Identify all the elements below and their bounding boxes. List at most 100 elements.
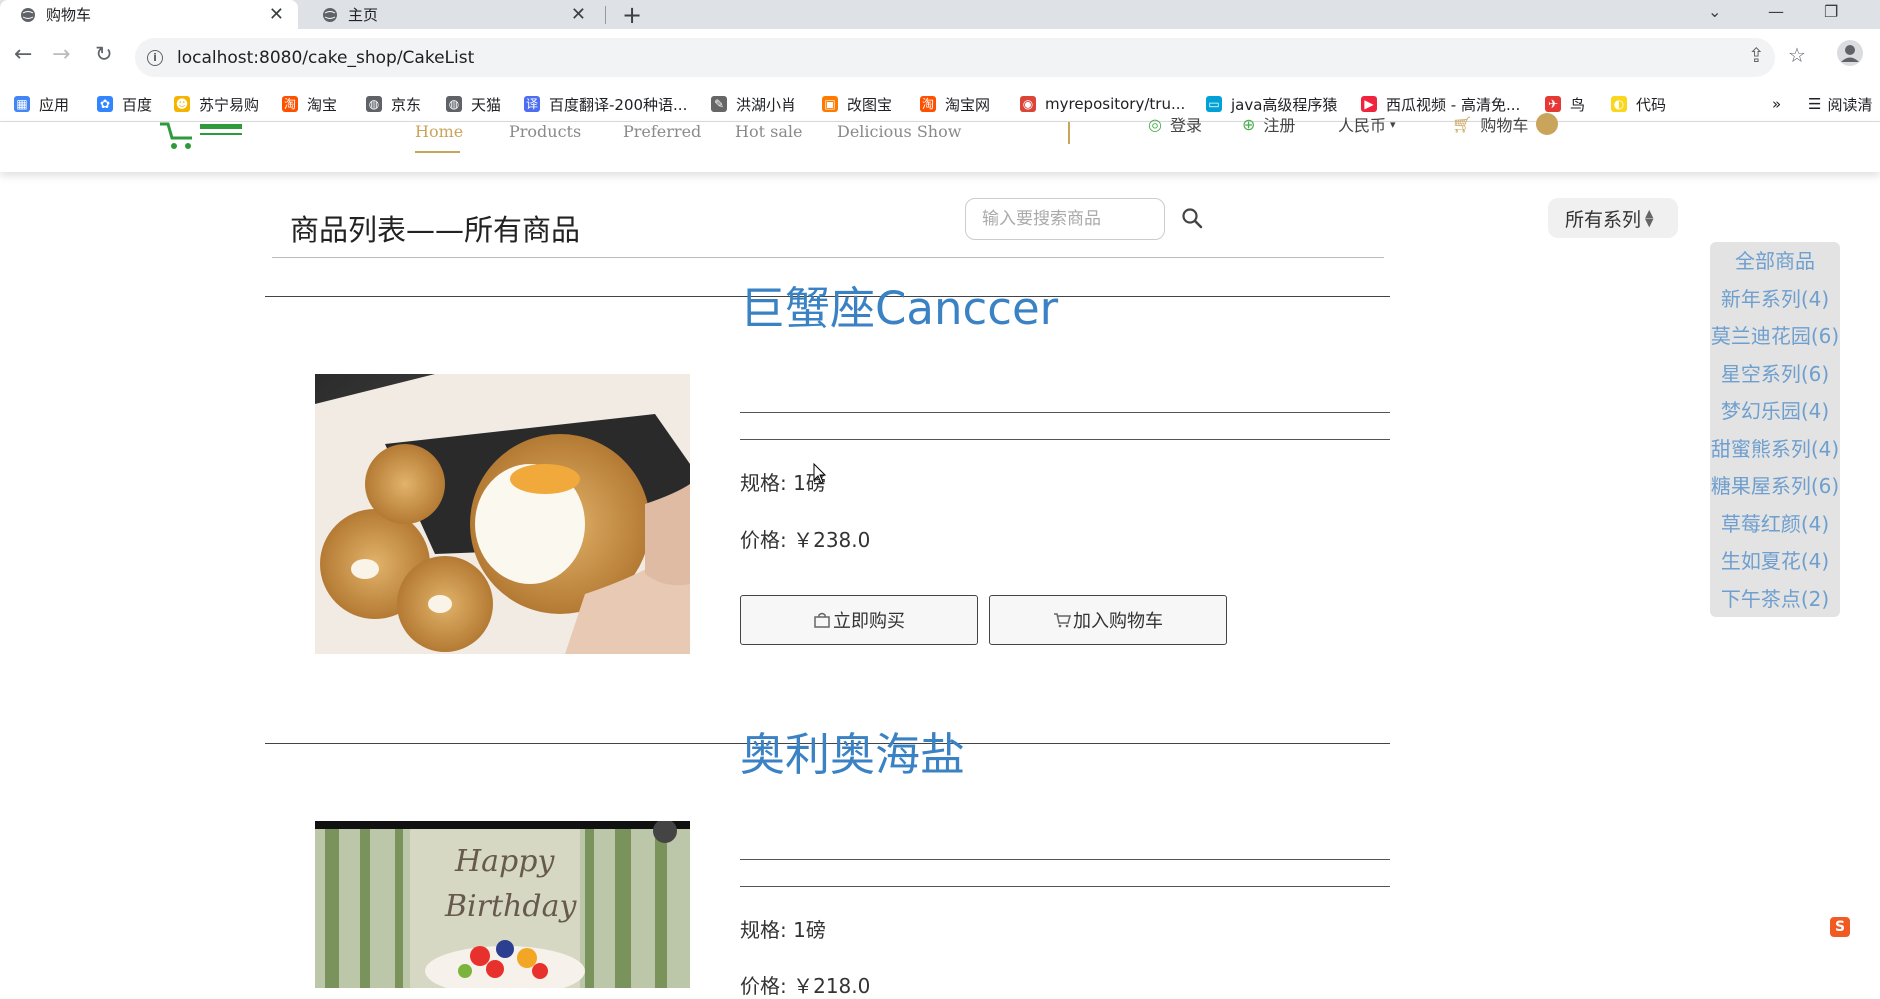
share-icon[interactable]: ⇪ [1748,43,1765,67]
tab-divider [605,6,606,24]
chrome-icon: ◉ [1020,96,1036,112]
apps-grid-icon: ▦ [14,96,30,112]
tab-close-icon[interactable]: ✕ [571,4,586,25]
cart-label: 购物车 [1480,116,1529,135]
buy-now-button[interactable]: 立即购买 [740,595,978,645]
bookmark-item[interactable]: 译百度翻译-200种语... [524,86,687,122]
svg-text:Birthday: Birthday [444,889,577,924]
address-bar[interactable]: i localhost:8080/cake_shop/CakeList [135,38,1775,77]
reload-icon[interactable]: ↻ [95,42,113,66]
globe-icon: ◍ [446,96,462,112]
series-dropdown-label: 所有系列 [1565,208,1642,231]
menu-item-home[interactable]: Home [415,122,463,152]
register-link[interactable]: ⊕ 注册 [1242,112,1295,136]
menu-item-delicious-show[interactable]: Delicious Show [837,122,961,152]
buy-now-label: 立即购买 [833,611,905,632]
product-image-birthday-cake[interactable]: Happy Birthday [315,821,690,988]
code-icon: ◐ [1611,96,1627,112]
back-arrow-icon[interactable]: ← [14,42,32,67]
currency-dropdown[interactable]: 人民币 ▾ [1338,112,1396,136]
new-tab-plus-icon[interactable]: + [622,1,642,29]
product-price: 价格: ￥218.0 [740,970,870,999]
suning-lion-icon: ☻ [174,96,190,112]
xigua-play-icon: ▶ [1361,96,1377,112]
category-item[interactable]: 星空系列(6) [1710,358,1840,387]
bookmark-star-icon[interactable]: ☆ [1788,43,1806,67]
bookmark-item[interactable]: 淘淘宝 [282,86,337,122]
mouse-cursor-icon [813,463,827,484]
product-divider [740,412,1390,413]
product-name[interactable]: 巨蟹座Canccer [740,272,1058,337]
globe-icon [21,7,35,22]
bookmark-item[interactable]: ✎ 洪湖小肖 [711,86,796,122]
taobao-icon: 淘 [282,96,298,112]
title-divider [272,257,1384,258]
bookmark-label: 代码 [1636,95,1667,114]
cart-icon [1054,613,1071,628]
bookmark-label: 苏宁易购 [199,95,260,114]
tab-home[interactable]: 主页 ✕ [302,0,600,29]
bookmark-label: 洪湖小肖 [736,95,797,114]
series-dropdown[interactable]: 所有系列 ▲ ▼ [1548,198,1678,238]
bookmark-item[interactable]: 淘淘宝网 [920,86,990,122]
product-price: 价格: ￥238.0 [740,524,870,553]
bookmarks-more-button[interactable]: » [1772,86,1781,122]
search-icon[interactable] [1180,206,1204,230]
restore-icon[interactable]: ❐ [1824,2,1838,21]
bookmark-label: 改图宝 [847,95,893,114]
price-label: 价格: [740,974,787,998]
price-value: ￥218.0 [793,974,871,998]
site-info-icon[interactable]: i [147,49,163,66]
tab-close-icon[interactable]: ✕ [269,4,284,25]
cart-icon: 🛒︎ [1452,114,1473,134]
site-header: Home Products Preferred Hot sale Delicious S… [0,113,1880,172]
bookmarks-bar: ▦ 应用 ✿ 百度 ☻ 苏宁易购 淘淘宝 ◍ 京东 ◍ 天猫译百度翻译-200种语... ✎ 洪湖小肖 ▣… [0,86,1880,122]
product-divider [740,886,1390,887]
category-item[interactable]: 生如夏花(4) [1710,545,1840,574]
category-item[interactable]: 甜蜜熊系列(4) [1710,433,1840,462]
price-value: ￥238.0 [793,528,871,552]
cart-count-badge [1536,113,1559,135]
bookmark-item[interactable]: ☻ 苏宁易购 [174,86,259,122]
menu-item-hot-sale[interactable]: Hot sale [735,122,802,152]
feather-icon: ✎ [711,96,727,112]
translate-icon: 译 [524,96,540,112]
category-item[interactable]: 新年系列(4) [1710,283,1840,312]
category-item[interactable]: 莫兰迪花园(6) [1710,320,1840,349]
site-logo[interactable] [158,122,248,152]
forward-arrow-icon[interactable]: → [52,42,70,67]
bookmark-item[interactable]: ◍ 天猫 [446,86,501,122]
category-item[interactable]: 梦幻乐园(4) [1710,395,1840,424]
tab-search-chevron-icon[interactable]: ⌄ [1708,2,1721,21]
price-label: 价格: [740,528,787,552]
minimize-icon[interactable]: — [1768,2,1784,21]
add-to-cart-button[interactable]: 加入购物车 [989,595,1227,645]
bookmark-item[interactable]: ◍ 京东 [366,86,421,122]
search-input[interactable] [965,198,1165,240]
globe-icon: ◍ [366,96,382,112]
bookmark-item[interactable]: ▣ 改图宝 [822,86,892,122]
tab-shopping-cart[interactable]: 购物车 ✕ [0,0,298,29]
tab-title: 主页 [348,6,379,24]
product-image-cream-puff[interactable] [315,374,690,654]
ime-toolbar[interactable]: S [1830,912,1870,942]
category-item[interactable]: 下午茶点(2) [1710,583,1840,612]
cart-link[interactable]: 🛒︎ 购物车 [1452,112,1559,136]
bookmark-item[interactable]: ✿ 百度 [97,86,152,122]
product-name[interactable]: 奥利奥海盐 [740,718,965,783]
spec-label: 规格: [740,918,787,942]
menu-item-preferred[interactable]: Preferred [623,122,701,152]
profile-avatar-icon[interactable] [1836,39,1864,72]
category-item[interactable]: 糖果屋系列(6) [1710,470,1840,499]
login-link[interactable]: ◎ 登录 [1148,112,1202,136]
add-to-cart-label: 加入购物车 [1073,611,1163,632]
menu-divider [1068,122,1070,144]
browser-tabstrip: 购物车 ✕ 主页 ✕ + ⌄ — ❐ [0,0,1880,29]
bookmark-label: 应用 [39,95,70,114]
reading-list-button[interactable]: ☰ 阅读清 [1808,86,1872,122]
bookmark-item[interactable]: ◐ 代码 [1611,86,1666,122]
category-item[interactable]: 全部商品 [1710,245,1840,274]
menu-item-products[interactable]: Products [509,122,581,152]
category-item[interactable]: 草莓红颜(4) [1710,508,1840,537]
bookmark-item[interactable]: ▦ 应用 [14,86,69,122]
